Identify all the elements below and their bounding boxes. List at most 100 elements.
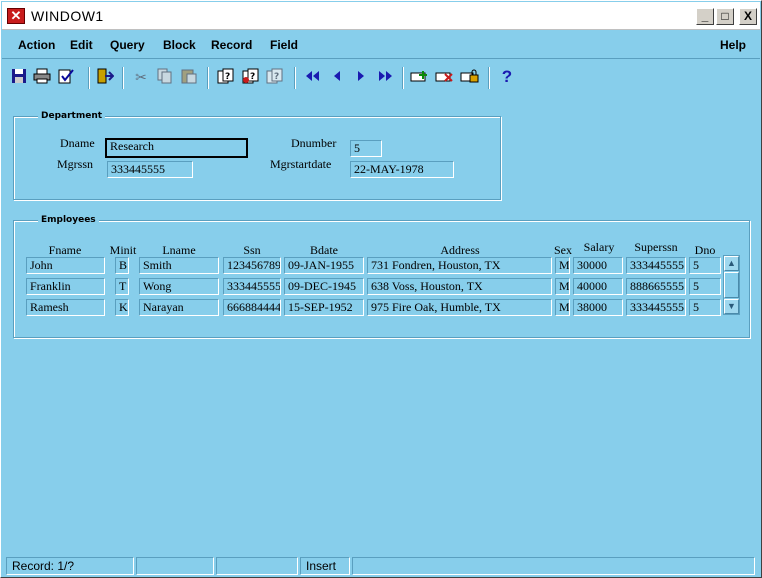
dnumber-label: Dnumber xyxy=(291,136,337,150)
scrollbar-thumb[interactable] xyxy=(724,272,739,298)
dnumber-field[interactable]: 5 xyxy=(350,140,382,157)
ssn-field[interactable]: 333445555 xyxy=(223,278,281,295)
menu-help[interactable]: Help xyxy=(720,38,746,52)
column-header-dno: Dno xyxy=(694,243,716,257)
svg-text:?: ? xyxy=(274,72,279,82)
maximize-button[interactable]: □ xyxy=(716,8,734,25)
print-icon[interactable] xyxy=(33,68,51,86)
clear-form-icon[interactable] xyxy=(57,68,75,86)
menu-query[interactable]: Query xyxy=(110,38,145,52)
minit-field[interactable]: K xyxy=(115,299,129,316)
lname-field[interactable]: Narayan xyxy=(139,299,219,316)
bdate-field[interactable]: 09-DEC-1945 xyxy=(284,278,364,295)
mgrssn-label: Mgrssn xyxy=(57,157,94,171)
column-header-minit: Minit xyxy=(109,243,137,257)
ssn-field[interactable]: 123456789 xyxy=(223,257,281,274)
menu-bar: Action Edit Query Block Record Field Hel… xyxy=(2,31,760,59)
mgrstartdate-field[interactable]: 22-MAY-1978 xyxy=(350,161,454,178)
column-header-salary: Salary xyxy=(583,240,615,254)
toolbar-separator xyxy=(294,67,296,89)
lname-field[interactable]: Wong xyxy=(139,278,219,295)
fname-field[interactable]: Franklin xyxy=(26,278,105,295)
minit-field[interactable]: T xyxy=(115,278,129,295)
svg-text:?: ? xyxy=(225,72,230,82)
dno-field[interactable]: 5 xyxy=(689,299,721,316)
execute-query-icon[interactable]: ? xyxy=(242,68,260,86)
bdate-field[interactable]: 09-JAN-1955 xyxy=(284,257,364,274)
toolbar: ✂ ? ? ? ? xyxy=(2,61,760,93)
first-record-icon[interactable] xyxy=(304,68,322,86)
column-header-sex: Sex xyxy=(554,243,572,257)
record-status: Record: 1/? xyxy=(6,557,134,575)
lock-record-icon[interactable] xyxy=(460,68,479,86)
salary-field[interactable]: 30000 xyxy=(573,257,623,274)
copy-icon[interactable] xyxy=(156,68,174,86)
column-header-fname: Fname xyxy=(48,243,82,257)
department-frame-title: Department xyxy=(38,111,106,121)
cut-icon[interactable]: ✂ xyxy=(132,68,150,86)
column-header-lname: Lname xyxy=(162,243,196,257)
last-record-icon[interactable] xyxy=(376,68,394,86)
address-field[interactable]: 975 Fire Oak, Humble, TX xyxy=(367,299,552,316)
column-header-ssn: Ssn xyxy=(243,243,261,257)
previous-record-icon[interactable] xyxy=(328,68,346,86)
menu-edit[interactable]: Edit xyxy=(70,38,93,52)
sex-field[interactable]: M xyxy=(555,257,570,274)
exit-icon[interactable] xyxy=(96,68,115,86)
superssn-field[interactable]: 333445555 xyxy=(626,257,686,274)
dno-field[interactable]: 5 xyxy=(689,257,721,274)
ssn-field[interactable]: 666884444 xyxy=(223,299,281,316)
mgrstartdate-label: Mgrstartdate xyxy=(270,157,332,171)
column-header-address: Address xyxy=(440,243,480,257)
address-field[interactable]: 638 Voss, Houston, TX xyxy=(367,278,552,295)
menu-block[interactable]: Block xyxy=(163,38,196,52)
enter-query-icon[interactable]: ? xyxy=(217,68,235,86)
form-window: ✕ WINDOW1 _ □ X Action Edit Query Block … xyxy=(0,0,762,578)
salary-field[interactable]: 38000 xyxy=(573,299,623,316)
save-icon[interactable] xyxy=(10,68,28,86)
paste-icon[interactable] xyxy=(180,68,198,86)
status-bar: Record: 1/? Insert xyxy=(2,555,760,577)
minimize-button[interactable]: _ xyxy=(696,8,714,25)
menu-record[interactable]: Record xyxy=(211,38,252,52)
insert-record-icon[interactable] xyxy=(410,68,428,86)
close-button[interactable]: X xyxy=(739,8,757,25)
sex-field[interactable]: M xyxy=(555,278,570,295)
minit-field[interactable]: B xyxy=(115,257,129,274)
toolbar-separator xyxy=(402,67,404,89)
dno-field[interactable]: 5 xyxy=(689,278,721,295)
delete-record-icon[interactable] xyxy=(435,68,453,86)
scroll-up-icon[interactable]: ▲ xyxy=(724,256,739,271)
bdate-field[interactable]: 15-SEP-1952 xyxy=(284,299,364,316)
help-icon[interactable]: ? xyxy=(498,68,516,86)
window-title: WINDOW1 xyxy=(31,8,104,24)
dname-label: Dname xyxy=(60,136,95,150)
superssn-field[interactable]: 888665555 xyxy=(626,278,686,295)
superssn-field[interactable]: 333445555 xyxy=(626,299,686,316)
fname-field[interactable]: John xyxy=(26,257,105,274)
column-header-superssn: Superssn xyxy=(634,240,678,254)
address-field[interactable]: 731 Fondren, Houston, TX xyxy=(367,257,552,274)
lname-field[interactable]: Smith xyxy=(139,257,219,274)
column-header-bdate: Bdate xyxy=(310,243,338,257)
employees-scrollbar[interactable]: ▲ ▼ xyxy=(723,255,740,315)
status-cell-empty xyxy=(136,557,214,575)
title-bar[interactable]: ✕ WINDOW1 _ □ X xyxy=(2,2,760,30)
employees-frame-title: Employees xyxy=(38,215,99,225)
toolbar-separator xyxy=(122,67,124,89)
next-record-icon[interactable] xyxy=(352,68,370,86)
dname-field[interactable]: Research xyxy=(105,138,248,158)
mgrssn-field[interactable]: 333445555 xyxy=(107,161,193,178)
menu-action[interactable]: Action xyxy=(18,38,55,52)
menu-field[interactable]: Field xyxy=(270,38,298,52)
scroll-down-icon[interactable]: ▼ xyxy=(724,299,739,314)
toolbar-separator xyxy=(488,67,490,89)
oracle-forms-app-icon[interactable]: ✕ xyxy=(7,8,25,24)
sex-field[interactable]: M xyxy=(555,299,570,316)
message-area xyxy=(352,557,755,575)
fname-field[interactable]: Ramesh xyxy=(26,299,105,316)
count-query-icon[interactable]: ? xyxy=(266,68,284,86)
mode-status: Insert xyxy=(300,557,350,575)
salary-field[interactable]: 40000 xyxy=(573,278,623,295)
toolbar-separator xyxy=(88,67,90,89)
